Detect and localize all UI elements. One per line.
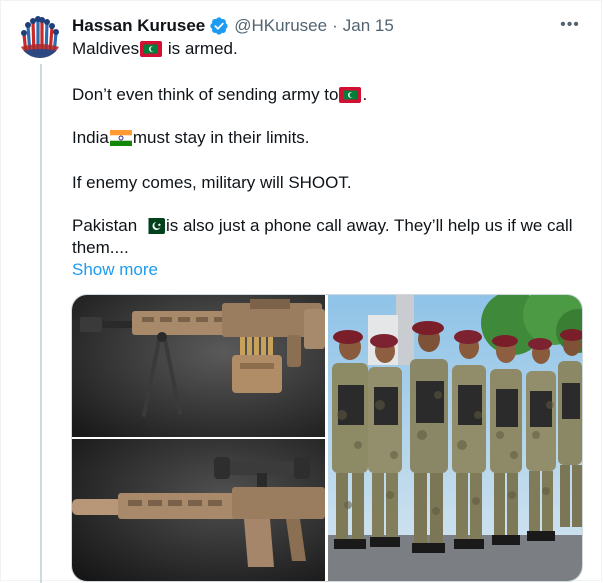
text: Don’t even think of sending army to: [72, 85, 339, 104]
media-image-machine-gun[interactable]: [72, 295, 325, 437]
text: is armed.: [163, 39, 238, 58]
maldives-flag-icon: [140, 41, 163, 57]
tweet-line-3: India must stay in their limits.: [72, 127, 310, 149]
timestamp[interactable]: Jan 15: [343, 16, 394, 36]
text: Pakistan: [72, 216, 142, 235]
avatar[interactable]: [18, 14, 62, 58]
text: must stay in their limits.: [132, 128, 310, 147]
media-image-soldiers[interactable]: [328, 295, 582, 581]
text: .: [362, 85, 368, 104]
verified-badge-icon: [210, 17, 228, 35]
text: is also just a phone call away. They’ll …: [165, 216, 573, 235]
more-options-icon[interactable]: •••: [558, 14, 582, 36]
media-divider: [72, 437, 325, 439]
thread-line: [40, 64, 42, 583]
separator: ·: [332, 16, 338, 35]
media-divider: [325, 295, 328, 581]
tweet-line-1: Maldives is armed.: [72, 38, 238, 60]
tweet-header: Hassan Kurusee @HKurusee · Jan 15: [72, 14, 394, 38]
india-flag-icon: [109, 130, 132, 146]
rifle-image: [72, 439, 325, 581]
display-name[interactable]: Hassan Kurusee: [72, 16, 205, 36]
media-image-rifle[interactable]: [72, 439, 325, 581]
tweet-line-5: Pakistan is also just a phone call away.…: [72, 215, 573, 237]
text: Maldives: [72, 39, 140, 58]
tweet-line-2: Don’t even think of sending army to.: [72, 84, 367, 106]
soldiers-image: [328, 295, 582, 581]
tweet-line-6: them....: [72, 238, 129, 257]
machine-gun-image: [72, 295, 325, 437]
pakistan-flag-icon: [142, 218, 165, 234]
handle[interactable]: @HKurusee: [234, 16, 327, 36]
maldives-flag-icon: [339, 87, 362, 103]
tweet-line-4: If enemy comes, military will SHOOT.: [72, 173, 352, 192]
text: India: [72, 128, 109, 147]
show-more-link[interactable]: Show more: [72, 260, 158, 280]
media-grid[interactable]: [71, 294, 583, 582]
raised-hands-avatar-icon: [18, 14, 62, 58]
